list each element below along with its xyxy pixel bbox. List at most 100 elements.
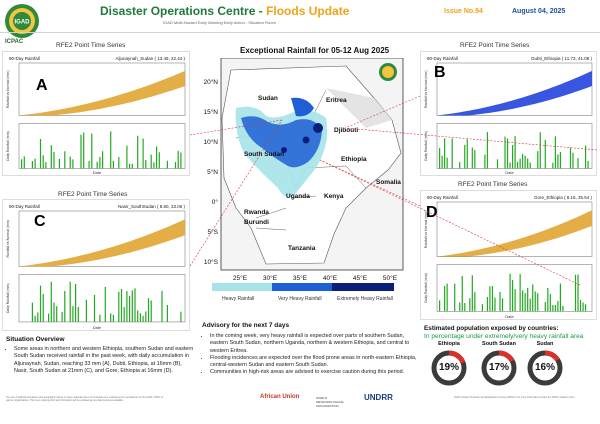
daily-bar xyxy=(150,154,152,169)
daily-bar xyxy=(104,286,106,322)
daily-bar xyxy=(524,292,526,312)
daily-bar xyxy=(158,152,160,169)
ylabel-daily: Daily Rainfall (mm) xyxy=(6,283,10,313)
daily-bar xyxy=(137,135,139,169)
map-label-uganda: Uganda xyxy=(286,193,310,200)
daily-bar xyxy=(110,131,112,169)
map-label-rwanda: Rwanda xyxy=(244,209,269,216)
lat-tick: 5°S xyxy=(207,228,218,236)
daily-bar xyxy=(112,314,114,322)
ylabel-cumulative: Rainfall vs Normal (mm) xyxy=(424,70,428,108)
daily-bar xyxy=(112,160,114,169)
daily-bar xyxy=(34,315,36,322)
footer-contact: IGAD Climate Prediction and Applications… xyxy=(454,396,576,399)
chart-location: Aljunaynah_Sudan ( 13.45, 22.44 ) xyxy=(115,56,185,61)
panel-b-title: RFE2 Point Time Series xyxy=(460,42,530,49)
daily-bar xyxy=(489,286,491,312)
map-label-sudan: Sudan xyxy=(258,95,278,102)
lon-tick: 45°E xyxy=(353,274,368,282)
daily-bar xyxy=(471,275,473,312)
advisory-item: Flooding incidences are expected over th… xyxy=(210,355,422,370)
daily-bar xyxy=(161,290,163,322)
daily-bar xyxy=(72,159,74,169)
lon-tick: 25°E xyxy=(233,274,248,282)
daily-bar xyxy=(459,302,461,312)
panel-c: 90-Day Rainfall Nasir_SouthSudan ( 8.60, … xyxy=(2,199,190,331)
panel-a-letter: A xyxy=(36,77,48,94)
lat-tick: 20°N xyxy=(203,78,218,86)
panel-b-chart: 90-Day Rainfall Dubti_Ethiopia ( 11.73, 4… xyxy=(424,56,592,175)
donut-country-label: South Sudan xyxy=(482,341,516,347)
daily-bar xyxy=(56,306,58,322)
footer-disclaimer: The use of political boundaries and geog… xyxy=(6,396,164,402)
panel-a-chart: 90-Day Rainfall Aljunaynah_Sudan ( 13.45,… xyxy=(6,56,185,175)
legend-heavy-swatch xyxy=(212,283,272,291)
daily-bar xyxy=(99,314,101,322)
daily-bar xyxy=(534,291,536,312)
daily-bar xyxy=(45,162,47,169)
page-title: Disaster Operations Centre - Floods Upda… xyxy=(100,4,349,18)
chart-subtitle: 90-Day Rainfall xyxy=(427,56,458,61)
daily-bar xyxy=(496,159,499,169)
panel-b-letter: B xyxy=(434,64,446,81)
page-subtitle: IGAD Multi-Hazard Early Warning Early Ac… xyxy=(163,20,276,25)
chart-location: Nasir_SouthSudan ( 8.60, 33.06 ) xyxy=(118,204,186,209)
legend-extreme-label: Extremely Heavy Rainfall xyxy=(337,296,393,302)
daily-bar xyxy=(441,155,443,169)
daily-bar xyxy=(69,156,71,169)
ylabel-daily: Daily Rainfall (mm) xyxy=(6,131,10,161)
xlabel: Date xyxy=(505,170,514,175)
donut-percent: 19% xyxy=(438,362,459,373)
daily-bar xyxy=(474,292,476,312)
advisory-item: Communities in high-risk areas are advis… xyxy=(210,369,422,376)
daily-bar xyxy=(554,136,556,169)
panel-d-letter: D xyxy=(426,204,438,221)
lat-tick: 10°S xyxy=(204,258,219,266)
panel-d-chart: 90-Day Rainfall Gore_Ethiopia ( 8.15, 35.… xyxy=(424,195,593,319)
daily-bar xyxy=(42,293,44,322)
lat-tick: 10°N xyxy=(203,138,218,146)
daily-bar xyxy=(134,288,136,322)
map-label-eritrea: Eritrea xyxy=(326,97,347,104)
daily-bar xyxy=(131,163,133,169)
overview-text: Some areas in northern and western Ethio… xyxy=(14,346,196,375)
xlabel: Date xyxy=(505,314,514,319)
daily-bar xyxy=(91,133,93,169)
daily-bar xyxy=(577,158,579,169)
daily-bar xyxy=(529,162,531,169)
daily-bar xyxy=(522,290,524,312)
floods-update-bulletin: IGAD ICPAC Disaster Operations Centre - … xyxy=(0,0,600,424)
daily-bar xyxy=(69,281,71,322)
estimate-heading: Estimated population exposed by countrie… xyxy=(424,325,559,332)
map-label-djibouti: Djibouti xyxy=(334,127,358,134)
daily-bar xyxy=(491,286,494,312)
chart-location: Gore_Ethiopia ( 8.15, 35.54 ) xyxy=(534,195,593,200)
daily-bar xyxy=(150,300,152,322)
panel-c-title: RFE2 Point Time Series xyxy=(58,191,128,198)
daily-bar xyxy=(93,295,96,322)
daily-bar xyxy=(118,157,120,169)
advisory-item: In the coming week, very heavy rainfall … xyxy=(210,333,422,355)
donut-country-label: Ethiopia xyxy=(438,341,460,347)
daily-bar xyxy=(494,297,496,312)
chart-subtitle: 90-Day Rainfall xyxy=(427,195,458,200)
daily-bar xyxy=(451,138,453,169)
lat-tick: 0° xyxy=(212,198,219,206)
panel-a-title: RFE2 Point Time Series xyxy=(56,42,126,49)
daily-bar xyxy=(139,313,141,322)
rainfall-map: Sudan Eritrea Djibouti South Sudan Ethiopia S… xyxy=(203,58,404,282)
overview-list: Some areas in northern and western Ethio… xyxy=(6,346,196,375)
lat-tick: 15°N xyxy=(203,108,218,116)
daily-bar xyxy=(58,158,60,169)
donut-percent: 16% xyxy=(534,362,555,373)
daily-bar xyxy=(446,157,448,169)
overview-heading: Situation Overview xyxy=(6,336,65,343)
daily-bar xyxy=(501,298,504,312)
daily-bar xyxy=(48,313,50,322)
advisory-heading: Advisory for the next 7 days xyxy=(202,322,290,329)
daily-bar xyxy=(481,304,483,312)
lon-tick: 30°E xyxy=(263,274,278,282)
title-accent: Floods Update xyxy=(266,4,350,18)
daily-bar xyxy=(519,158,521,169)
daily-bar xyxy=(39,285,42,322)
